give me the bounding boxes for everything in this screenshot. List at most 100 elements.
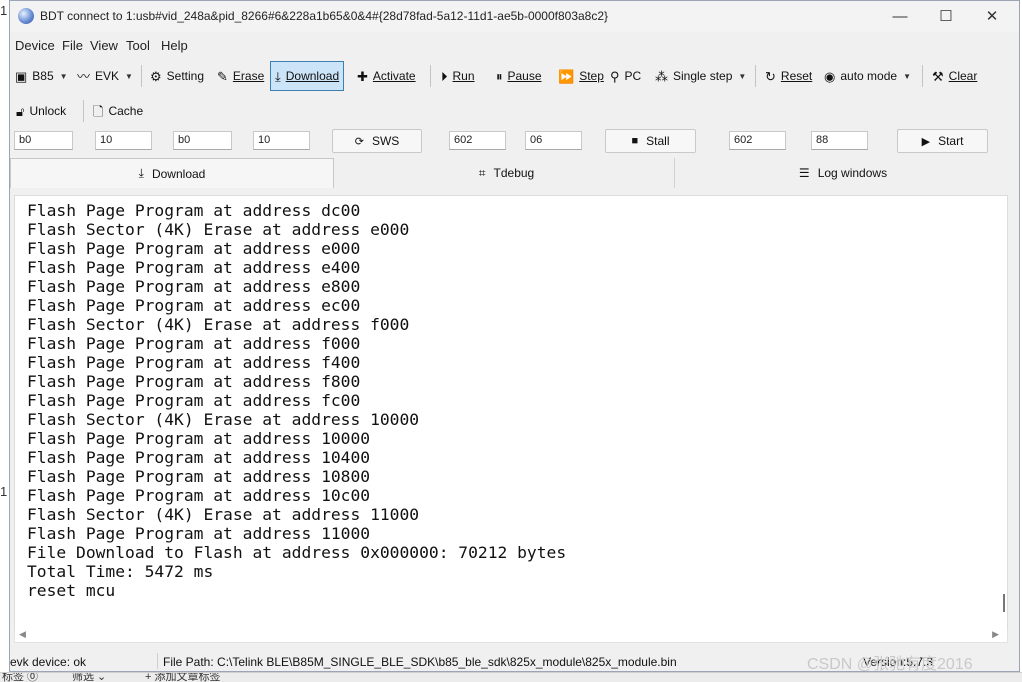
unlock-button[interactable]: 🔓︎ Unlock <box>16 99 66 123</box>
watermark: CSDN @张驰有度2016 <box>807 656 973 673</box>
dropdown-arrow-icon: ▼ <box>125 71 133 81</box>
toolbar-separator <box>141 65 142 87</box>
address-field-2[interactable]: b0 <box>173 131 232 150</box>
binary-icon: ⌗ <box>478 165 486 180</box>
log-output[interactable]: Flash Page Program at address dc00 Flash … <box>14 195 1008 631</box>
plus-icon: ✚ <box>357 68 368 84</box>
auto-mode-dropdown[interactable]: ◉ auto mode ▼ <box>824 64 911 88</box>
vertical-scrollbar[interactable] <box>1000 196 1007 630</box>
log-line: Flash Page Program at address f400 <box>27 353 361 372</box>
log-line: Flash Sector (4K) Erase at address 10000 <box>27 410 420 429</box>
address-field-1[interactable]: b0 <box>14 131 73 150</box>
single-step-dropdown[interactable]: ⁂ Single step ▼ <box>655 64 746 88</box>
reset-button[interactable]: ↻ Reset <box>765 64 812 88</box>
erase-button[interactable]: ✎ Erase <box>217 64 264 88</box>
log-line: Flash Page Program at address 10800 <box>27 467 371 486</box>
log-line: Flash Page Program at address f000 <box>27 334 361 353</box>
clear-label: Clear <box>948 69 978 83</box>
download-arrow-icon: ⤓ <box>138 166 144 180</box>
download-button[interactable]: ⤓ Download <box>270 61 345 91</box>
chip-icon: ▣ <box>15 68 28 84</box>
scrollbar-thumb[interactable] <box>1003 594 1005 612</box>
dropdown-arrow-icon: ▼ <box>738 71 747 81</box>
run-button[interactable]: ⏵ Run <box>441 64 475 88</box>
log-line: Flash Page Program at address f800 <box>27 372 361 391</box>
file-path: File Path: C:\Telink BLE\B85M_SINGLE_BLE… <box>163 655 677 669</box>
minimize-button[interactable]: — <box>877 1 923 32</box>
play-icon: ▶ <box>921 135 931 148</box>
erase-label: Erase <box>232 69 265 83</box>
value-field-6[interactable]: 88 <box>811 131 868 150</box>
tab-log-windows[interactable]: ☰ Log windows <box>675 158 1011 188</box>
footsteps-icon: ⁂ <box>655 68 668 84</box>
value-field-3[interactable]: 602 <box>449 131 506 150</box>
setting-button[interactable]: ⚙ Setting <box>150 64 204 88</box>
activate-button[interactable]: ✚ Activate <box>357 64 416 88</box>
menu-tool[interactable]: Tool <box>126 38 150 53</box>
maximize-button[interactable]: ☐ <box>923 1 969 32</box>
value-field-4[interactable]: 06 <box>525 131 582 150</box>
log-line: Flash Page Program at address 11000 <box>27 524 371 543</box>
gear-icon: ⚙ <box>150 68 162 84</box>
clear-button[interactable]: ⚒ Clear <box>932 64 977 88</box>
log-line: Flash Page Program at address e000 <box>27 239 361 258</box>
horizontal-scrollbar[interactable]: ◀ ▶ <box>14 629 1008 643</box>
stall-button[interactable]: ■ Stall <box>605 129 696 153</box>
secondary-toolbar: 🔓︎ Unlock 🗋 Cache <box>10 95 1019 123</box>
download-arrow-icon: ⤓ <box>275 68 281 84</box>
main-toolbar: ▣ B85 ▼ 〰 EVK ▼ ⚙ Setting ✎ Erase ⤓ Down… <box>10 60 1019 92</box>
unlock-icon: 🔓︎ <box>16 103 25 119</box>
log-line: Flash Page Program at address 10c00 <box>27 486 371 505</box>
board-select-dropdown[interactable]: 〰 EVK ▼ <box>77 64 133 88</box>
tab-tdebug[interactable]: ⌗ Tdebug <box>339 158 675 188</box>
close-button[interactable]: ✕ <box>969 1 1015 32</box>
menu-file[interactable]: File <box>62 38 83 53</box>
cache-button[interactable]: 🗋 Cache <box>93 99 143 123</box>
tab-label: Download <box>151 166 206 181</box>
scroll-right-icon[interactable]: ▶ <box>992 629 999 640</box>
pause-button[interactable]: ⏸ Pause <box>496 64 542 88</box>
log-line: Flash Page Program at address 10000 <box>27 429 371 448</box>
single-step-label: Single step <box>673 69 733 83</box>
magnifier-icon: ⚲ <box>610 68 620 84</box>
register-input-row: b0 10 b0 10 ⟳ SWS 602 06 ■ Stall 602 88 … <box>10 128 1019 154</box>
toolbar-separator <box>922 65 923 87</box>
log-line: Flash Page Program at address ec00 <box>27 296 361 315</box>
play-bar-icon: ⏵ <box>441 68 448 84</box>
log-line: File Download to Flash at address 0x0000… <box>27 543 567 562</box>
tab-label: Log windows <box>817 166 888 180</box>
toolbar-separator <box>430 65 431 87</box>
start-button[interactable]: ▶ Start <box>897 129 988 153</box>
toolbar-separator <box>83 100 84 122</box>
menu-view[interactable]: View <box>90 38 118 53</box>
log-line: Flash Sector (4K) Erase at address f000 <box>27 315 410 334</box>
refresh-icon: ↻ <box>765 68 776 84</box>
value-field-1[interactable]: 10 <box>95 131 152 150</box>
eraser-icon: ✎ <box>217 68 228 84</box>
cache-label: Cache <box>108 104 144 118</box>
stop-square-icon: ■ <box>631 135 639 147</box>
value-field-5[interactable]: 602 <box>729 131 786 150</box>
setting-label: Setting <box>166 69 205 83</box>
chip-select-dropdown[interactable]: ▣ B85 ▼ <box>15 64 68 88</box>
step-label: Step <box>579 69 604 83</box>
stall-label: Stall <box>646 134 670 148</box>
title-bar: BDT connect to 1:usb#vid_248a&pid_8266#6… <box>10 1 1019 32</box>
scroll-left-icon[interactable]: ◀ <box>19 629 26 640</box>
board-label: EVK <box>95 69 120 83</box>
waveform-icon: 〰 <box>77 68 91 84</box>
tab-download[interactable]: ⤓ Download <box>10 158 334 188</box>
step-forward-icon: ⏩ <box>558 68 575 84</box>
download-label: Download <box>285 69 340 83</box>
start-label: Start <box>938 134 964 148</box>
edge-glyph: 1 <box>0 3 8 18</box>
auto-mode-label: auto mode <box>840 69 898 83</box>
step-button[interactable]: ⏩ Step <box>558 64 604 88</box>
menu-help[interactable]: Help <box>161 38 188 53</box>
sws-button[interactable]: ⟳ SWS <box>332 129 422 153</box>
menu-device[interactable]: Device <box>15 38 55 53</box>
pc-button[interactable]: ⚲ PC <box>610 64 641 88</box>
log-lines: Flash Page Program at address dc00 Flash … <box>27 201 566 600</box>
auto-mode-icon: ◉ <box>824 68 836 84</box>
value-field-2[interactable]: 10 <box>253 131 310 150</box>
